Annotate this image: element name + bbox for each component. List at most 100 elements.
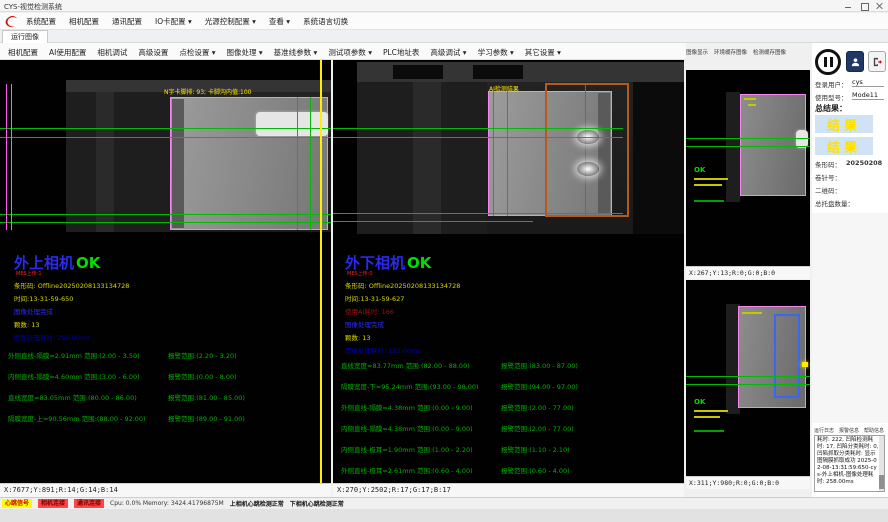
log-box[interactable]: 耗时: 222, 凹陷检测耗时: 17, 凹陷分类耗时: 0, 凹陷抓取分类耗时… [814, 435, 885, 492]
log-scrollbar-thumb[interactable] [879, 475, 884, 489]
window-bottom-area [0, 509, 888, 522]
window-controls [844, 2, 884, 10]
coords-strip-thumb1: X:267;Y:13;R:0;G:0;B:0 [686, 266, 810, 279]
menu-item[interactable]: 系统语言切换 [303, 16, 348, 27]
tab-run-image[interactable]: 运行图像 [2, 30, 48, 43]
toolbar: 相机配置 AI使用配置相机调试高级设置点检设置 ▾ 图像处理 ▾ 基准线参数 ▾ 测试项… [0, 43, 686, 60]
ai-detect-box [545, 83, 629, 217]
menu-bar: 系统配置 相机配置 通讯配置 IO卡配置 ▾ 光源控制配置 ▾ 查看 ▾ 系统语言切换 [0, 13, 888, 30]
log-tabs: 运行日志报警信息帮助信息 [814, 427, 884, 434]
window-close-icon[interactable] [876, 2, 884, 10]
control-sidebar: 登录用户： cys 使用型号： Mode11 总结果： 结果 结果 条形码： 2… [812, 43, 888, 497]
log-tab[interactable]: 报警信息 [839, 427, 859, 434]
machine-structure [96, 92, 114, 232]
alarm-range: 报警范围:(2.00 - 77.00) [501, 402, 574, 412]
menu-item[interactable]: 相机配置 [69, 16, 99, 27]
qr-code-label: 二维码： [815, 185, 841, 195]
window-title: CYS-视觉检测系统 [4, 2, 62, 12]
menu-item[interactable]: 查看 ▾ [269, 16, 290, 27]
toolbar-button[interactable]: AI使用配置 [49, 47, 86, 58]
barcode-value: 20250208 [846, 159, 882, 167]
overlay-measure-label: N字卡脚排: 93; 卡脚沟内值:100 [164, 87, 251, 96]
menu-item[interactable]: 通讯配置 [112, 16, 142, 27]
connector-tab [256, 112, 328, 136]
sidebar-panel-bg [812, 213, 888, 423]
measurement-row: 外侧直线-隔膜=2.91mm 范围:(2.00 - 3.50) 报警范围:(2.… [0, 350, 331, 371]
log-tab[interactable]: 运行日志 [814, 427, 834, 434]
measurement-value: 外侧直线-隔膜=4.38mm 范围:(0.00 - 9.00) [341, 402, 473, 412]
menu-item[interactable]: 光源控制配置 ▾ [205, 16, 256, 27]
result-box-text: 结果 [827, 119, 861, 134]
measurement-list: 直线宽度=83.77mm 范围:(82.00 - 88.00) 报警范围:(83… [333, 360, 684, 483]
thumb-header: 图像显示环境缓存图像检测缓存图像 [686, 48, 810, 59]
reference-line-magenta [11, 84, 12, 230]
count-line: 颗数: 13 [345, 332, 371, 342]
thumb-header-label[interactable]: 检测缓存图像 [753, 48, 786, 59]
thumb-view-1[interactable]: OK [686, 70, 810, 266]
toolbar-button[interactable]: 相机调试 [97, 47, 127, 58]
camera-view-upper[interactable]: N字卡脚排: 93; 卡脚沟内值:100 外上相机OK MES上传:1 条形码:… [0, 60, 331, 483]
reference-line [686, 138, 810, 139]
camera-connect-badge: 相机连接 [38, 499, 68, 508]
process-done-line: 图像处理完成 [14, 306, 53, 316]
log-tab[interactable]: 帮助信息 [864, 427, 884, 434]
measurement-value: 直线宽度=83.77mm 范围:(82.00 - 88.00) [341, 360, 470, 370]
measurement-row: 隔膜宽度-下=95.24mm 范围:(93.00 - 98.00) 报警范围:(… [333, 381, 684, 402]
toolbar-items: 相机配置 AI使用配置相机调试高级设置点检设置 ▾ 图像处理 ▾ 基准线参数 ▾ 测试项… [8, 47, 561, 58]
thumb-header-label[interactable]: 环境缓存图像 [714, 48, 747, 59]
toolbar-button[interactable]: 学习参数 ▾ [478, 47, 514, 58]
model-select[interactable]: Mode11 [852, 91, 884, 100]
measurement-value: 内侧直线-隔膜=4.38mm 范围:(0.00 - 9.00) [341, 423, 473, 433]
menu-item[interactable]: 系统配置 [26, 16, 56, 27]
user-button[interactable] [846, 51, 864, 72]
lower-camera-heartbeat: 下相机心跳检测正常 [290, 499, 344, 508]
login-user-value[interactable]: cys [852, 78, 884, 87]
toolbar-button[interactable]: 其它设置 ▾ [525, 47, 561, 58]
toolbar-button[interactable]: 图像处理 ▾ [227, 47, 263, 58]
measurement-value: 直线宽度=83.05mm 范围:(80.00 - 86.00) [8, 392, 137, 402]
machine-structure [726, 92, 740, 202]
machine-structure [473, 65, 523, 79]
menu-item[interactable]: IO卡配置 ▾ [155, 16, 192, 27]
alarm-range: 报警范围:(89.00 - 91.00) [168, 413, 245, 423]
blue-detect-box [774, 314, 800, 398]
window-maximize-icon[interactable] [860, 2, 868, 10]
camera-view-lower[interactable]: AI检测结果 外下相机OK MES上传:0 条形码: Offline202502… [333, 60, 684, 483]
count-line: 颗数: 13 [14, 319, 40, 329]
result-ok: OK [407, 254, 431, 272]
toolbar-button[interactable]: 高级设置 [138, 47, 168, 58]
coords-strip-lower: X:270;Y:2502;R:17;G:17;B:17 [333, 483, 684, 497]
overlay-text-deco [694, 410, 728, 412]
toolbar-button[interactable]: 高级调试 ▾ [430, 47, 466, 58]
measurement-list: 外侧直线-隔膜=2.91mm 范围:(2.00 - 3.50) 报警范围:(2.… [0, 350, 331, 434]
measurement-row: 直线宽度=83.05mm 范围:(80.00 - 86.00) 报警范围:(81… [0, 392, 331, 413]
reference-line [333, 221, 533, 222]
time-line: 时间:13-31-59-650 [14, 293, 73, 303]
toolbar-button[interactable]: 测试项参数 ▾ [328, 47, 372, 58]
measurement-row: 隔膜宽度-上=90.56mm 范围:(88.00 - 92.00) 报警范围:(… [0, 413, 331, 434]
toolbar-button[interactable]: 相机配置 [8, 47, 38, 58]
toolbar-button[interactable]: 点检设置 ▾ [179, 47, 215, 58]
thumb-header-label[interactable]: 图像显示 [686, 48, 708, 59]
alarm-range: 报警范围:(2.00 - 77.00) [501, 423, 574, 433]
reference-line [333, 137, 623, 138]
app-window: CYS-视觉检测系统 系统配置相机配置通讯配置IO卡配置 ▾光源控制配置 ▾查看… [0, 0, 888, 522]
log-scrollbar[interactable] [879, 436, 884, 491]
toolbar-button[interactable]: 基准线参数 ▾ [274, 47, 318, 58]
barcode-line: 条形码: Offline20250208133134728 [14, 280, 129, 290]
result-box-text: 结果 [827, 141, 861, 156]
heartbeat-badge: 心跳信号 [2, 499, 32, 508]
logout-button[interactable] [868, 51, 886, 72]
measurement-value: 隔膜宽度-上=90.56mm 范围:(88.00 - 92.00) [8, 413, 146, 423]
highlight-spot [577, 162, 599, 176]
overlay-ai-label: AI检测结果 [489, 84, 519, 93]
pause-button[interactable] [815, 49, 841, 75]
toolbar-button[interactable]: PLC地址表 [383, 47, 419, 58]
reference-line [0, 128, 331, 129]
measurement-row: 内侧直线-隔膜=4.38mm 范围:(0.00 - 9.00) 报警范围:(2.… [333, 423, 684, 444]
login-user-label: 登录用户： [815, 79, 848, 89]
machine-structure [633, 82, 684, 234]
window-minimize-icon[interactable] [844, 2, 852, 10]
thumb-view-2[interactable]: OK [686, 280, 810, 476]
measurement-row: 内侧直线-隔膜=4.60mm 范围:(3.00 - 6.00) 报警范围:(0.… [0, 371, 331, 392]
